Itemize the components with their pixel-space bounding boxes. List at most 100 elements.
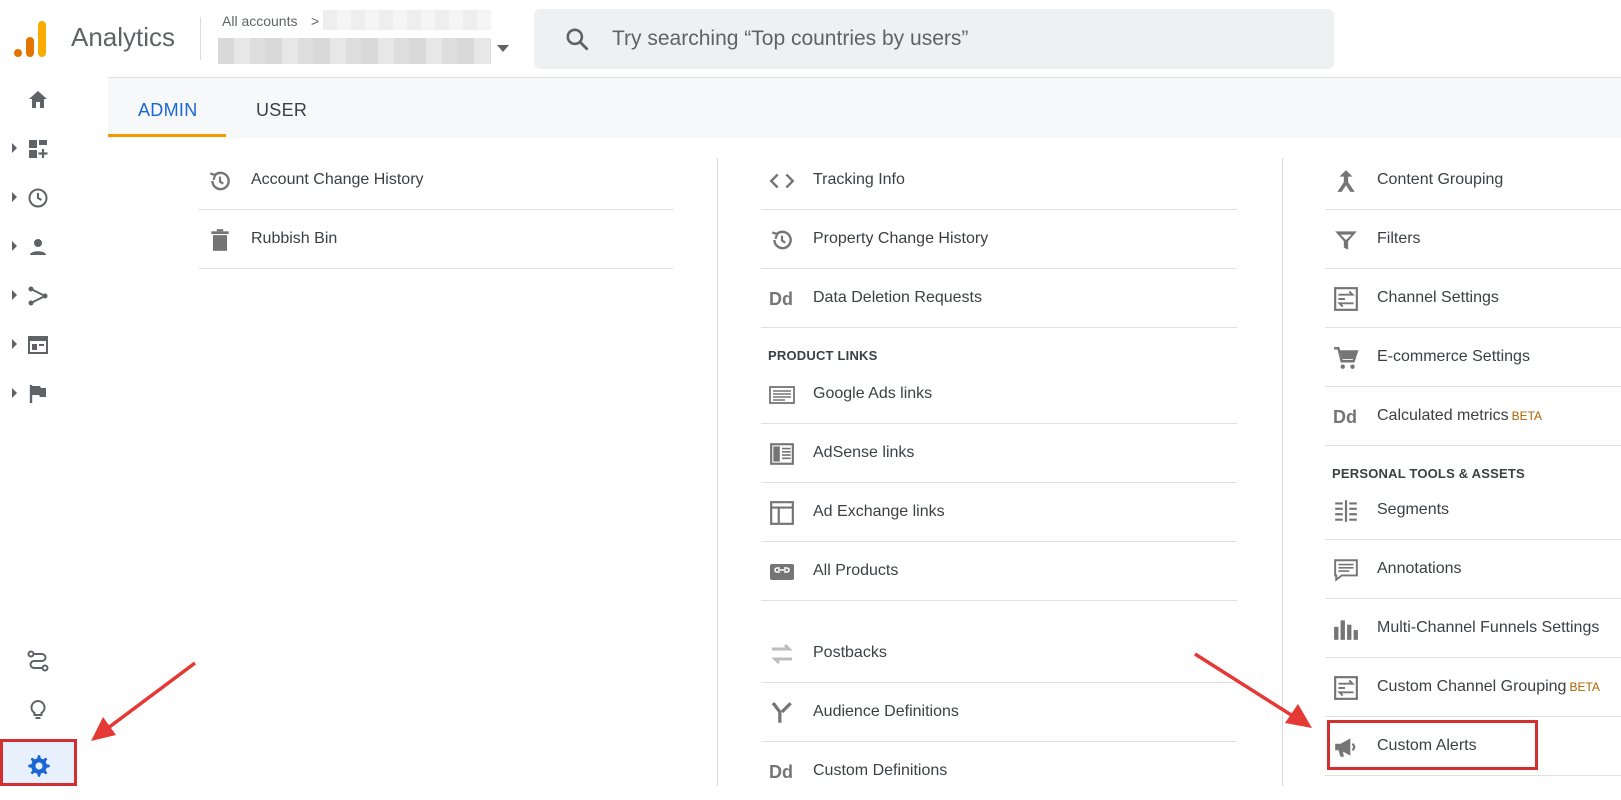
expand-arrow-icon: [12, 192, 17, 202]
code-icon: [769, 173, 795, 189]
tab-admin[interactable]: ADMIN: [138, 100, 198, 121]
menu-item-label: Filters: [1377, 230, 1421, 247]
active-tab-underline: [108, 134, 226, 137]
section-header-product-links: PRODUCT LINKS: [768, 348, 878, 363]
segments-icon: [1335, 500, 1357, 522]
history-icon: [209, 171, 230, 191]
menu-item-annotations[interactable]: Annotations: [1325, 540, 1621, 599]
menu-item-label: Multi-Channel Funnels Settings: [1377, 619, 1600, 636]
search-input[interactable]: [612, 21, 1312, 57]
menu-item-label: Rubbish Bin: [251, 230, 338, 247]
highlight-box-admin: [0, 739, 77, 786]
menu-item-custom-definitions[interactable]: Dd Custom Definitions: [761, 742, 1237, 800]
audience-definitions-icon: [771, 702, 792, 723]
menu-item-label: AdSense links: [813, 444, 915, 461]
account-breadcrumb-label[interactable]: All accounts: [222, 13, 297, 29]
redacted-view-name[interactable]: [218, 38, 491, 64]
postbacks-icon: [771, 643, 793, 665]
menu-item-label: All Products: [813, 562, 899, 579]
menu-item-label: Data Deletion Requests: [813, 289, 982, 306]
menu-item-label: Annotations: [1377, 560, 1462, 577]
menu-item-label: Property Change History: [813, 230, 989, 247]
dd-icon: Dd: [769, 289, 793, 309]
home-icon: [29, 91, 47, 108]
menu-item-segments[interactable]: Segments: [1325, 481, 1621, 540]
admin-tab-bar: ADMIN USER: [108, 78, 1621, 138]
ad-exchange-icon: [770, 501, 794, 525]
rail-acquisition[interactable]: [0, 273, 108, 317]
menu-item-rubbish-bin[interactable]: Rubbish Bin: [199, 210, 673, 269]
search-icon: [566, 28, 589, 51]
cart-icon: [1334, 347, 1359, 369]
analytics-logo-icon[interactable]: [14, 20, 48, 58]
menu-item-label: Tracking Info: [813, 171, 905, 188]
menu-item-multi-channel-funnels-settings[interactable]: Multi-Channel Funnels Settings: [1325, 599, 1621, 658]
search-bar[interactable]: [534, 9, 1334, 69]
discover-lightbulb-icon: [30, 699, 46, 719]
menu-item-data-deletion-requests[interactable]: Dd Data Deletion Requests: [761, 269, 1237, 328]
dd-icon: Dd: [1333, 407, 1357, 427]
rail-conversions[interactable]: [0, 371, 108, 415]
rail-behavior[interactable]: [0, 322, 108, 366]
menu-item-label: Custom Channel Grouping BETA: [1377, 678, 1600, 696]
menu-item-custom-channel-grouping[interactable]: Custom Channel Grouping BETA: [1325, 658, 1621, 717]
account-dropdown-caret-icon[interactable]: [497, 45, 509, 52]
menu-item-audience-definitions[interactable]: Audience Definitions: [761, 683, 1237, 742]
rail-customization[interactable]: [0, 126, 108, 170]
menu-item-content-grouping[interactable]: Content Grouping: [1325, 151, 1621, 210]
redacted-account-name: [323, 10, 491, 30]
menu-item-postbacks[interactable]: Postbacks: [761, 624, 1237, 683]
audience-person-icon: [30, 239, 46, 255]
history-icon: [771, 230, 792, 250]
rail-discover[interactable]: [0, 687, 108, 731]
attribution-icon: [27, 650, 49, 672]
left-nav-rail: [0, 77, 108, 786]
tab-user[interactable]: USER: [256, 100, 307, 121]
filter-icon: [1335, 231, 1357, 250]
menu-item-channel-settings[interactable]: Channel Settings: [1325, 269, 1621, 328]
menu-item-calculated-metrics[interactable]: Dd Calculated metrics BETA: [1325, 387, 1621, 446]
breadcrumb-chevron-icon: >: [311, 13, 320, 29]
menu-item-adsense-links[interactable]: AdSense links: [761, 424, 1237, 483]
adsense-icon: [770, 443, 794, 465]
menu-item-label: Custom Definitions: [813, 762, 948, 779]
header-divider: [200, 17, 201, 60]
google-ads-icon: [769, 386, 795, 404]
menu-item-property-change-history[interactable]: Property Change History: [761, 210, 1237, 269]
menu-item-label: Audience Definitions: [813, 703, 959, 720]
menu-item-label: Content Grouping: [1377, 171, 1504, 188]
channel-settings-icon: [1334, 287, 1358, 311]
menu-item-tracking-info[interactable]: Tracking Info: [761, 151, 1237, 210]
menu-item-label: E-commerce Settings: [1377, 348, 1530, 365]
menu-item-ecommerce-settings[interactable]: E-commerce Settings: [1325, 328, 1621, 387]
menu-item-label: Postbacks: [813, 644, 887, 661]
menu-item-google-ads-links[interactable]: Google Ads links: [761, 365, 1237, 424]
menu-item-label: Calculated metrics BETA: [1377, 407, 1542, 425]
menu-item-all-products[interactable]: All Products: [761, 542, 1237, 601]
expand-arrow-icon: [12, 143, 17, 153]
menu-item-label: Google Ads links: [813, 385, 933, 402]
menu-item-ad-exchange-links[interactable]: Ad Exchange links: [761, 483, 1237, 542]
annotations-icon: [1334, 559, 1358, 582]
product-name: Analytics: [71, 22, 176, 52]
channel-settings-icon: [1334, 676, 1358, 700]
expand-arrow-icon: [12, 339, 17, 349]
bar-chart-icon: [1334, 620, 1358, 640]
menu-item-label: Segments: [1377, 501, 1450, 518]
column-divider: [717, 158, 718, 786]
content-grouping-icon: [1337, 170, 1355, 192]
beta-badge: BETA: [1511, 409, 1543, 423]
behavior-icon: [28, 336, 48, 354]
top-bar: Analytics All accounts >: [0, 0, 1621, 78]
rail-audience[interactable]: [0, 224, 108, 268]
rail-home[interactable]: [0, 77, 108, 121]
menu-item-label-text: Calculated metrics: [1377, 407, 1509, 424]
dd-icon: Dd: [769, 762, 793, 782]
rail-realtime[interactable]: [0, 175, 108, 219]
menu-item-filters[interactable]: Filters: [1325, 210, 1621, 269]
rail-attribution[interactable]: [0, 638, 108, 682]
section-header-personal-tools: PERSONAL TOOLS & ASSETS: [1332, 466, 1525, 481]
menu-item-account-change-history[interactable]: Account Change History: [199, 151, 673, 210]
menu-item-label-text: Custom Channel Grouping: [1377, 678, 1567, 695]
all-products-icon: [770, 564, 794, 580]
